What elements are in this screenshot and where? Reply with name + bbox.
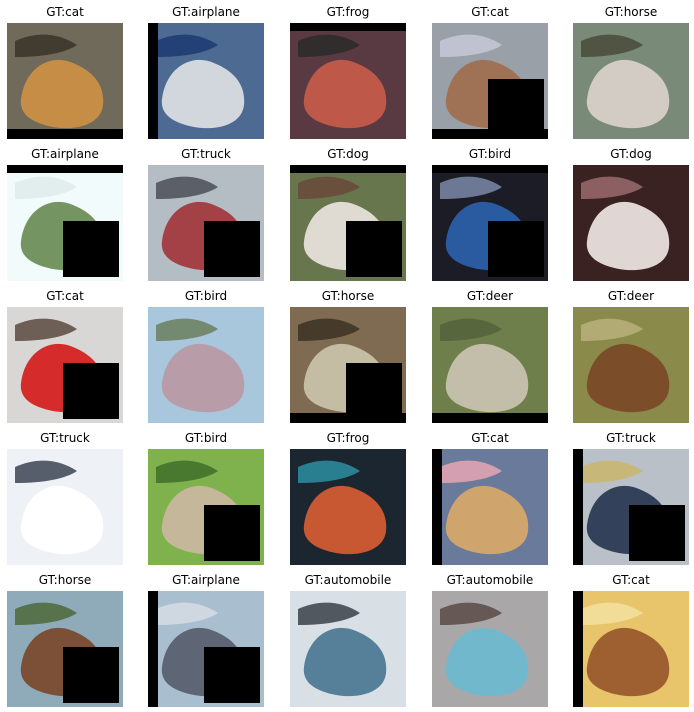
- thumbnail-canvas: [573, 449, 689, 565]
- thumbnail-image: [432, 307, 548, 423]
- padding-band: [432, 413, 548, 423]
- thumbnail-image: [148, 165, 264, 281]
- ground-truth-label: GT:cat: [471, 5, 509, 19]
- thumbnail-image: [290, 307, 406, 423]
- random-erasing-mask: [204, 221, 260, 277]
- thumbnail-canvas: [7, 307, 123, 423]
- thumbnail-image: [7, 23, 123, 139]
- thumbnail-canvas: [148, 165, 264, 281]
- ground-truth-label: GT:cat: [46, 289, 84, 303]
- padding-band: [148, 23, 158, 139]
- random-erasing-mask: [488, 79, 544, 135]
- ground-truth-label: GT:truck: [606, 431, 656, 445]
- thumbnail-image: [7, 591, 123, 707]
- ground-truth-label: GT:airplane: [172, 573, 240, 587]
- ground-truth-label: GT:deer: [607, 289, 655, 303]
- ground-truth-label: GT:automobile: [446, 573, 534, 587]
- thumbnail-canvas: [573, 165, 689, 281]
- ground-truth-label: GT:cat: [471, 431, 509, 445]
- thumbnail-canvas: [290, 591, 406, 707]
- thumbnail-canvas: [290, 23, 406, 139]
- thumbnail-image: [573, 23, 689, 139]
- thumbnail-canvas: [432, 23, 548, 139]
- padding-band: [432, 449, 442, 565]
- thumbnail-image: [573, 591, 689, 707]
- thumbnail-image: [432, 23, 548, 139]
- random-erasing-mask: [629, 505, 685, 561]
- thumbnail-image: [290, 23, 406, 139]
- ground-truth-label: GT:cat: [612, 573, 650, 587]
- padding-band: [432, 165, 548, 173]
- random-erasing-mask: [204, 647, 260, 703]
- padding-band: [290, 23, 406, 31]
- ground-truth-label: GT:horse: [38, 573, 92, 587]
- ground-truth-label: GT:dog: [327, 147, 369, 161]
- thumbnail-canvas: [7, 165, 123, 281]
- thumbnail-canvas: [432, 449, 548, 565]
- thumbnail-canvas: [432, 591, 548, 707]
- ground-truth-label: GT:truck: [40, 431, 90, 445]
- ground-truth-label: GT:frog: [326, 431, 370, 445]
- random-erasing-mask: [488, 221, 544, 277]
- random-erasing-mask: [63, 647, 119, 703]
- thumbnail-canvas: [432, 307, 548, 423]
- ground-truth-label: GT:truck: [181, 147, 231, 161]
- thumbnail-image: [290, 165, 406, 281]
- thumbnail-canvas: [148, 449, 264, 565]
- ground-truth-label: GT:horse: [321, 289, 375, 303]
- thumbnail-image: [432, 165, 548, 281]
- ground-truth-label: GT:horse: [604, 5, 658, 19]
- thumbnail-image: [290, 591, 406, 707]
- ground-truth-label: GT:airplane: [172, 5, 240, 19]
- thumbnail-canvas: [7, 449, 123, 565]
- random-erasing-mask: [63, 363, 119, 419]
- thumbnail-image: [573, 165, 689, 281]
- padding-band: [573, 591, 583, 707]
- ground-truth-label: GT:deer: [466, 289, 514, 303]
- ground-truth-label: GT:bird: [184, 289, 228, 303]
- thumbnail-image: [432, 591, 548, 707]
- random-erasing-mask: [346, 221, 402, 277]
- ground-truth-label: GT:airplane: [31, 147, 99, 161]
- random-erasing-mask: [346, 363, 402, 419]
- padding-band: [7, 165, 123, 173]
- thumbnail-image: [432, 449, 548, 565]
- thumbnail-canvas: [432, 165, 548, 281]
- random-erasing-mask: [63, 221, 119, 277]
- thumbnail-canvas: [290, 165, 406, 281]
- thumbnail-image: [148, 307, 264, 423]
- thumbnail-image: [7, 307, 123, 423]
- thumbnail-canvas: [290, 449, 406, 565]
- thumbnail-canvas: [573, 307, 689, 423]
- ground-truth-label: GT:automobile: [304, 573, 392, 587]
- thumbnail-canvas: [290, 307, 406, 423]
- ground-truth-label: GT:cat: [46, 5, 84, 19]
- thumbnail-image: [573, 449, 689, 565]
- thumbnail-image: [573, 307, 689, 423]
- ground-truth-label: GT:frog: [326, 5, 370, 19]
- thumbnail-image: [7, 165, 123, 281]
- thumbnail-canvas: [148, 23, 264, 139]
- thumbnail-canvas: [7, 591, 123, 707]
- random-erasing-mask: [204, 505, 260, 561]
- thumbnail-image: [148, 449, 264, 565]
- thumbnail-canvas: [148, 591, 264, 707]
- padding-band: [7, 129, 123, 139]
- padding-band: [148, 591, 158, 707]
- thumbnail-canvas: [573, 23, 689, 139]
- ground-truth-label: GT:bird: [468, 147, 512, 161]
- ground-truth-label: GT:dog: [610, 147, 652, 161]
- thumbnail-canvas: [148, 307, 264, 423]
- thumbnail-image: [148, 23, 264, 139]
- ground-truth-label: GT:bird: [184, 431, 228, 445]
- thumbnail-image: [7, 449, 123, 565]
- thumbnail-image: [148, 591, 264, 707]
- padding-band: [290, 165, 406, 173]
- padding-band: [573, 449, 583, 565]
- thumbnail-canvas: [7, 23, 123, 139]
- thumbnail-canvas: [573, 591, 689, 707]
- thumbnail-image: [290, 449, 406, 565]
